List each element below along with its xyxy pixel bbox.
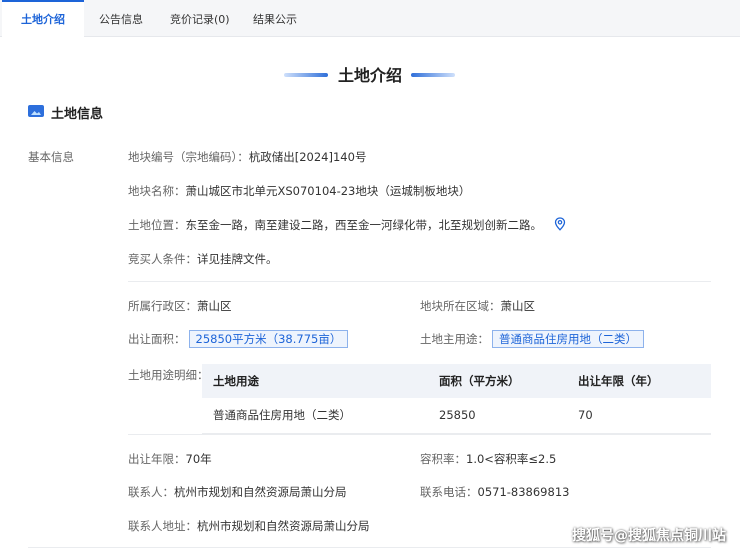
phone-value: 0571-83869813 xyxy=(477,485,570,499)
address-row: 联系人地址：杭州市规划和自然资源局萧山分局 xyxy=(128,518,370,534)
col-header-use: 土地用途 xyxy=(202,364,428,398)
term-value: 70年 xyxy=(185,452,212,466)
bidder-row: 竞买人条件：详见挂牌文件。 xyxy=(128,251,278,267)
far-row: 容积率：1.0<容积率≤2.5 xyxy=(420,451,556,467)
parcel-name-row: 地块名称：萧山城区市北单元XS070104-23地块（运城制板地块） xyxy=(128,183,470,199)
bidder-value: 详见挂牌文件。 xyxy=(197,252,278,266)
phone-label: 联系电话： xyxy=(420,485,478,499)
far-value: 1.0<容积率≤2.5 xyxy=(466,452,557,466)
watermark: 搜狐号@搜狐焦点铜川站 xyxy=(572,528,726,544)
landscape-image-icon xyxy=(28,105,44,117)
title-decoration-right xyxy=(411,73,455,77)
term-row: 出让年限：70年 xyxy=(128,451,212,467)
location-value: 东至金一路，南至建设二路，西至金一河绿化带，北至规划创新二路。 xyxy=(185,218,543,232)
title-decoration-left xyxy=(284,73,328,77)
district-value: 萧山区 xyxy=(197,299,232,313)
district-row: 所属行政区：萧山区 xyxy=(128,298,232,314)
region-value: 萧山区 xyxy=(500,299,536,313)
area-row: 出让面积： 25850平方米（38.775亩） xyxy=(128,330,349,348)
area-label: 出让面积： xyxy=(128,332,186,346)
bottom-divider xyxy=(28,547,711,548)
location-row: 土地位置：东至金一路，南至建设二路，西至金一河绿化带，北至规划创新二路。 xyxy=(128,217,566,233)
parcel-no-label: 地块编号（宗地编码）： xyxy=(128,150,249,164)
phone-row: 联系电话：0571-83869813 xyxy=(420,484,569,500)
address-label: 联系人地址： xyxy=(128,519,197,533)
cell-area: 25850 xyxy=(428,398,567,434)
tab-result-notice[interactable]: 结果公示 xyxy=(253,0,297,37)
tab-land-intro[interactable]: 土地介绍 xyxy=(2,0,84,37)
bidder-label: 竞买人条件： xyxy=(128,252,197,266)
far-label: 容积率： xyxy=(420,452,466,466)
land-info-title: 土地信息 xyxy=(51,107,104,122)
map-pin-icon[interactable] xyxy=(554,217,566,231)
cell-use: 普通商品住房用地（二类） xyxy=(202,398,428,434)
location-label: 土地位置： xyxy=(128,218,186,232)
col-header-term: 出让年限（年） xyxy=(567,364,711,398)
region-row: 地块所在区域：萧山区 xyxy=(420,298,535,314)
address-value: 杭州市规划和自然资源局萧山分局 xyxy=(197,519,370,533)
district-label: 所属行政区： xyxy=(128,299,197,313)
main-use-label: 土地主用途： xyxy=(420,332,489,346)
parcel-name-value: 萧山城区市北单元XS070104-23地块（运城制板地块） xyxy=(185,184,471,198)
tab-bid-records[interactable]: 竞价记录(0) xyxy=(170,0,230,37)
table-row: 普通商品住房用地（二类） 25850 70 xyxy=(202,398,711,434)
contact-label: 联系人： xyxy=(128,485,174,499)
table-header-row: 土地用途 面积（平方米） 出让年限（年） xyxy=(202,364,711,398)
section-header: 土地介绍 xyxy=(0,60,740,90)
main-use-tag: 普通商品住房用地（二类） xyxy=(492,330,644,348)
cell-term: 70 xyxy=(567,398,711,434)
region-label: 地块所在区域： xyxy=(420,299,501,313)
area-tag: 25850平方米（38.775亩） xyxy=(188,330,349,348)
divider xyxy=(128,434,711,435)
contact-value: 杭州市规划和自然资源局萧山分局 xyxy=(174,485,347,499)
contact-row: 联系人：杭州市规划和自然资源局萧山分局 xyxy=(128,484,347,500)
use-detail-row: 土地用途明细： xyxy=(128,367,209,383)
divider xyxy=(128,281,711,282)
tab-bar: 土地介绍 公告信息 竞价记录(0) 结果公示 xyxy=(0,0,740,37)
parcel-no-value: 杭政储出[2024]140号 xyxy=(248,150,367,164)
main-use-row: 土地主用途： 普通商品住房用地（二类） xyxy=(420,330,644,348)
parcel-name-label: 地块名称： xyxy=(128,184,186,198)
use-detail-label: 土地用途明细： xyxy=(128,368,209,382)
section-title: 土地介绍 xyxy=(338,66,403,85)
col-header-area: 面积（平方米） xyxy=(428,364,567,398)
category-label: 基本信息 xyxy=(28,150,74,164)
land-use-table: 土地用途 面积（平方米） 出让年限（年） 普通商品住房用地（二类） 25850 … xyxy=(202,364,711,434)
term-label: 出让年限： xyxy=(128,452,186,466)
parcel-no-row: 地块编号（宗地编码）：杭政储出[2024]140号 xyxy=(128,149,366,165)
tab-announcement[interactable]: 公告信息 xyxy=(99,0,143,37)
